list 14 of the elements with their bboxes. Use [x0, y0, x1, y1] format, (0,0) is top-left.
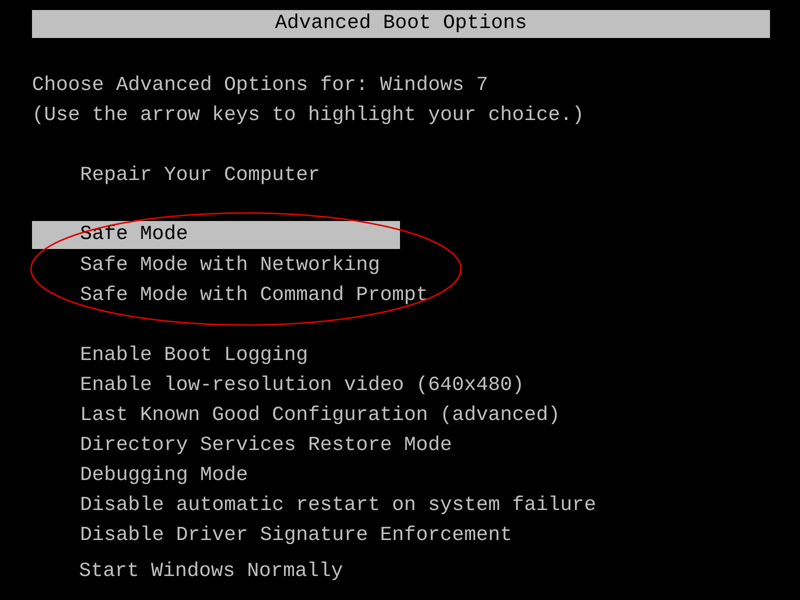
- screen-title: Advanced Boot Options: [274, 12, 528, 35]
- prompt-text: (Use the arrow keys to highlight your choice.): [32, 103, 586, 129]
- boot-option[interactable]: Disable automatic restart on system failure: [32, 491, 596, 521]
- boot-option[interactable]: Enable Boot Logging: [32, 341, 400, 371]
- boot-option[interactable]: Last Known Good Configuration (advanced): [32, 401, 560, 431]
- boot-option[interactable]: Safe Mode with Command Prompt: [32, 281, 428, 311]
- boot-option[interactable]: Disable Driver Signature Enforcement: [32, 521, 512, 551]
- boot-option[interactable]: Start Windows Normally: [32, 557, 399, 587]
- boot-option[interactable]: Debugging Mode: [32, 461, 400, 491]
- boot-option[interactable]: Safe Mode with Networking: [32, 251, 400, 281]
- prompt-text: Choose Advanced Options for: Windows 7: [32, 73, 490, 99]
- boot-option[interactable]: Repair Your Computer: [32, 161, 400, 191]
- boot-option[interactable]: Directory Services Restore Mode: [32, 431, 452, 461]
- boot-option[interactable]: Enable low-resolution video (640x480): [32, 371, 524, 401]
